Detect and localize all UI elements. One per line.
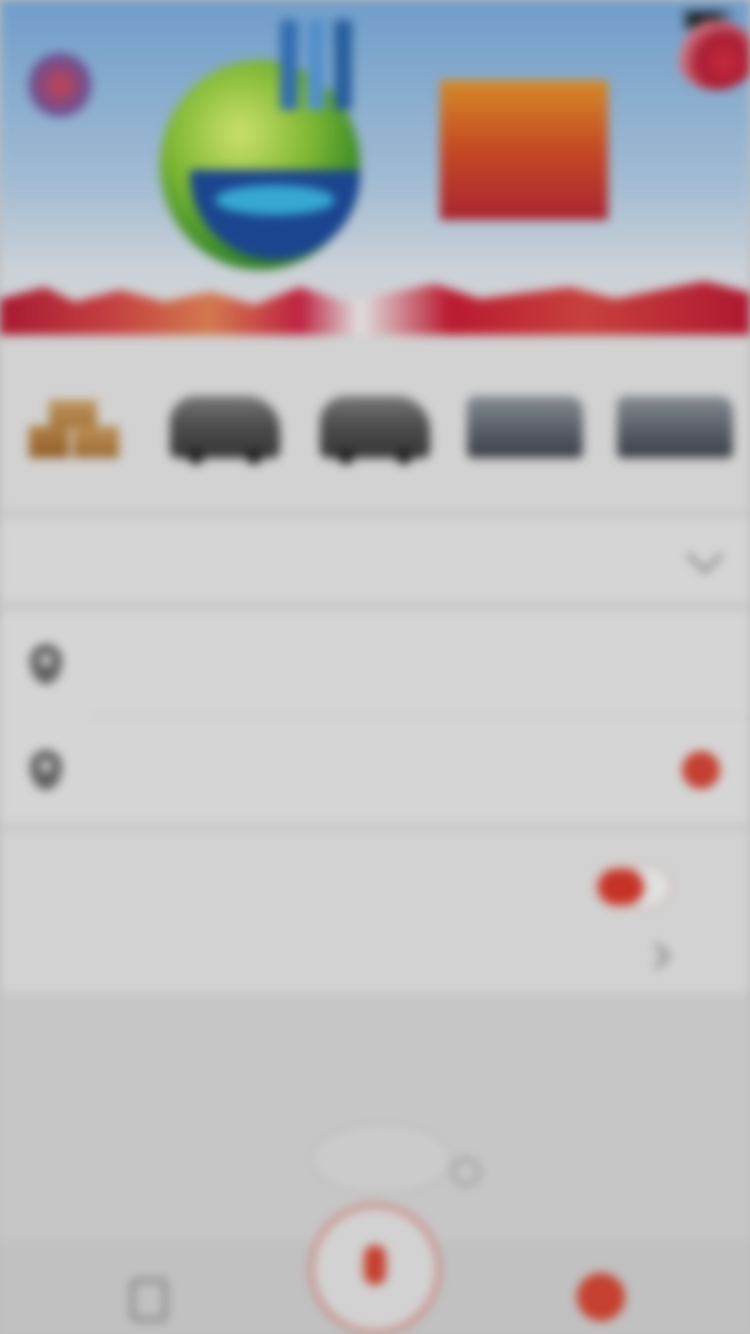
coupon-button[interactable] [312,1124,452,1194]
follow-toggle[interactable] [594,865,672,909]
start-pin-icon [30,644,62,684]
vehicle-tab-3[interactable] [450,335,600,510]
info-icon[interactable] [452,1158,480,1186]
profile-icon [577,1273,625,1321]
start-address-input[interactable] [98,634,720,694]
app-root [0,0,750,1334]
truck-icon [467,396,583,458]
banner-promo-sub [440,220,680,260]
vehicle-tab-2[interactable] [300,335,450,510]
tab-mine[interactable] [476,1245,726,1334]
options-card [0,832,750,992]
van-icon [170,396,280,464]
end-pin-icon [30,750,62,790]
follow-vehicle-row [0,850,750,924]
banner-city-graphic [280,20,370,110]
tab-orders[interactable] [24,1245,274,1334]
van-icon [320,396,430,464]
banner-promo-headline [440,80,608,220]
orders-icon [131,1279,167,1321]
chevron-right-icon [644,943,670,969]
toggle-knob [598,869,644,905]
vehicle-tab-4[interactable] [600,335,750,510]
vehicle-tab-0[interactable] [0,335,150,510]
status-bar [0,0,750,40]
end-address-input[interactable] [98,740,672,800]
banner-globe-wave-highlight [215,185,335,215]
promo-banner[interactable] [0,0,750,335]
microphone-icon [364,1245,386,1285]
boxes-icon [29,400,121,458]
banner-crowd-graphic [0,281,750,335]
voice-order-button[interactable] [310,1204,440,1334]
vehicle-type-selector [0,335,750,510]
address-card [0,612,750,822]
fee-line [0,1016,750,1066]
vehicle-tab-1[interactable] [150,335,300,510]
truck-icon [617,396,733,458]
start-address-row[interactable] [0,612,750,716]
add-stop-icon[interactable] [682,751,720,789]
banner-corner-mark [676,20,750,90]
end-address-row[interactable] [0,718,750,822]
service-selector-row[interactable] [0,520,750,600]
chevron-down-icon [686,536,724,574]
banner-emblem-left [28,48,92,122]
passenger-count-row[interactable] [0,924,750,988]
